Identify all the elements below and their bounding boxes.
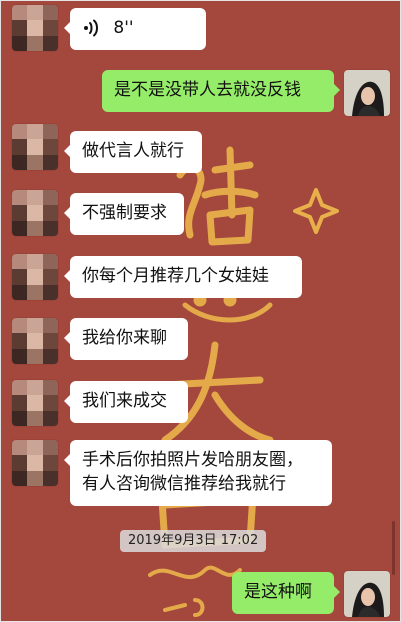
screenshot-frame	[0, 0, 401, 622]
